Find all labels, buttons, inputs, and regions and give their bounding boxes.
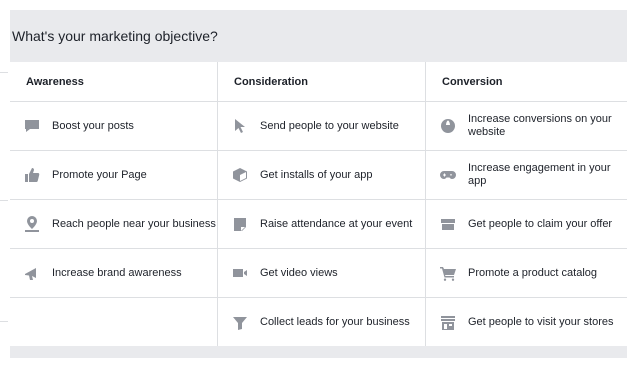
map-pin-icon xyxy=(22,214,42,234)
objective-website-traffic[interactable]: Send people to your website xyxy=(218,102,425,151)
column-awareness: Awareness Boost your posts Promote your … xyxy=(10,62,218,346)
objective-video-views[interactable]: Get video views xyxy=(218,249,425,298)
objective-lead-generation[interactable]: Collect leads for your business xyxy=(218,298,425,347)
video-camera-icon xyxy=(230,263,250,283)
objective-label: Promote a product catalog xyxy=(468,266,598,279)
objective-event-responses[interactable]: Raise attendance at your event xyxy=(218,200,425,249)
objective-label: Reach people near your business xyxy=(52,217,216,230)
box-icon xyxy=(230,165,250,185)
objective-boost-posts[interactable]: Boost your posts xyxy=(10,102,217,151)
objective-label: Get installs of your app xyxy=(260,168,373,181)
storefront-icon xyxy=(438,313,458,333)
column-heading: Conversion xyxy=(426,62,627,102)
objective-label: Raise attendance at your event xyxy=(260,217,413,230)
objective-label: Send people to your website xyxy=(260,119,399,132)
empty-cell xyxy=(10,298,217,347)
objective-product-catalog[interactable]: Promote a product catalog xyxy=(426,249,627,298)
objective-promote-page[interactable]: Promote your Page xyxy=(10,151,217,200)
objective-label: Get people to claim your offer xyxy=(468,217,613,230)
megaphone-icon xyxy=(22,263,42,283)
funnel-icon xyxy=(230,313,250,333)
objective-store-visits[interactable]: Get people to visit your stores xyxy=(426,298,627,347)
column-heading: Awareness xyxy=(10,62,217,102)
objective-label: Increase conversions on your website xyxy=(468,113,612,138)
calendar-icon xyxy=(230,214,250,234)
column-conversion: Conversion Increase conversions on your … xyxy=(426,62,627,346)
objective-brand-awareness[interactable]: Increase brand awareness xyxy=(10,249,217,298)
edge-tick xyxy=(0,72,8,73)
objective-website-conversions[interactable]: Increase conversions on your website xyxy=(426,102,627,151)
thumbs-up-icon xyxy=(22,165,42,185)
objective-reach-nearby[interactable]: Reach people near your business xyxy=(10,200,217,249)
cursor-icon xyxy=(230,116,250,136)
page-title: What's your marketing objective? xyxy=(12,28,218,44)
panel-footer xyxy=(10,346,627,358)
objective-label: Get people to visit your stores xyxy=(468,316,614,328)
shopping-cart-icon xyxy=(438,263,458,283)
objective-label: Promote your Page xyxy=(52,168,147,181)
objective-panel: What's your marketing objective? Awarene… xyxy=(10,10,627,358)
objective-label: Boost your posts xyxy=(52,119,134,132)
offer-icon xyxy=(438,214,458,234)
objective-label: Get video views xyxy=(260,266,338,279)
objective-label: Increase brand awareness xyxy=(52,266,182,279)
objective-app-installs[interactable]: Get installs of your app xyxy=(218,151,425,200)
speech-bubble-icon xyxy=(22,116,42,136)
edge-tick xyxy=(0,321,8,322)
column-consideration: Consideration Send people to your websit… xyxy=(218,62,426,346)
objective-offer-claims[interactable]: Get people to claim your offer xyxy=(426,200,627,249)
gamepad-icon xyxy=(438,165,458,185)
objective-label: Collect leads for your business xyxy=(260,316,410,328)
column-heading: Consideration xyxy=(218,62,425,102)
edge-tick xyxy=(0,200,8,201)
objective-app-engagement[interactable]: Increase engagement in your app xyxy=(426,151,627,200)
globe-icon xyxy=(438,116,458,136)
objective-label: Increase engagement in your app xyxy=(468,162,611,187)
objective-grid: Awareness Boost your posts Promote your … xyxy=(10,62,627,346)
